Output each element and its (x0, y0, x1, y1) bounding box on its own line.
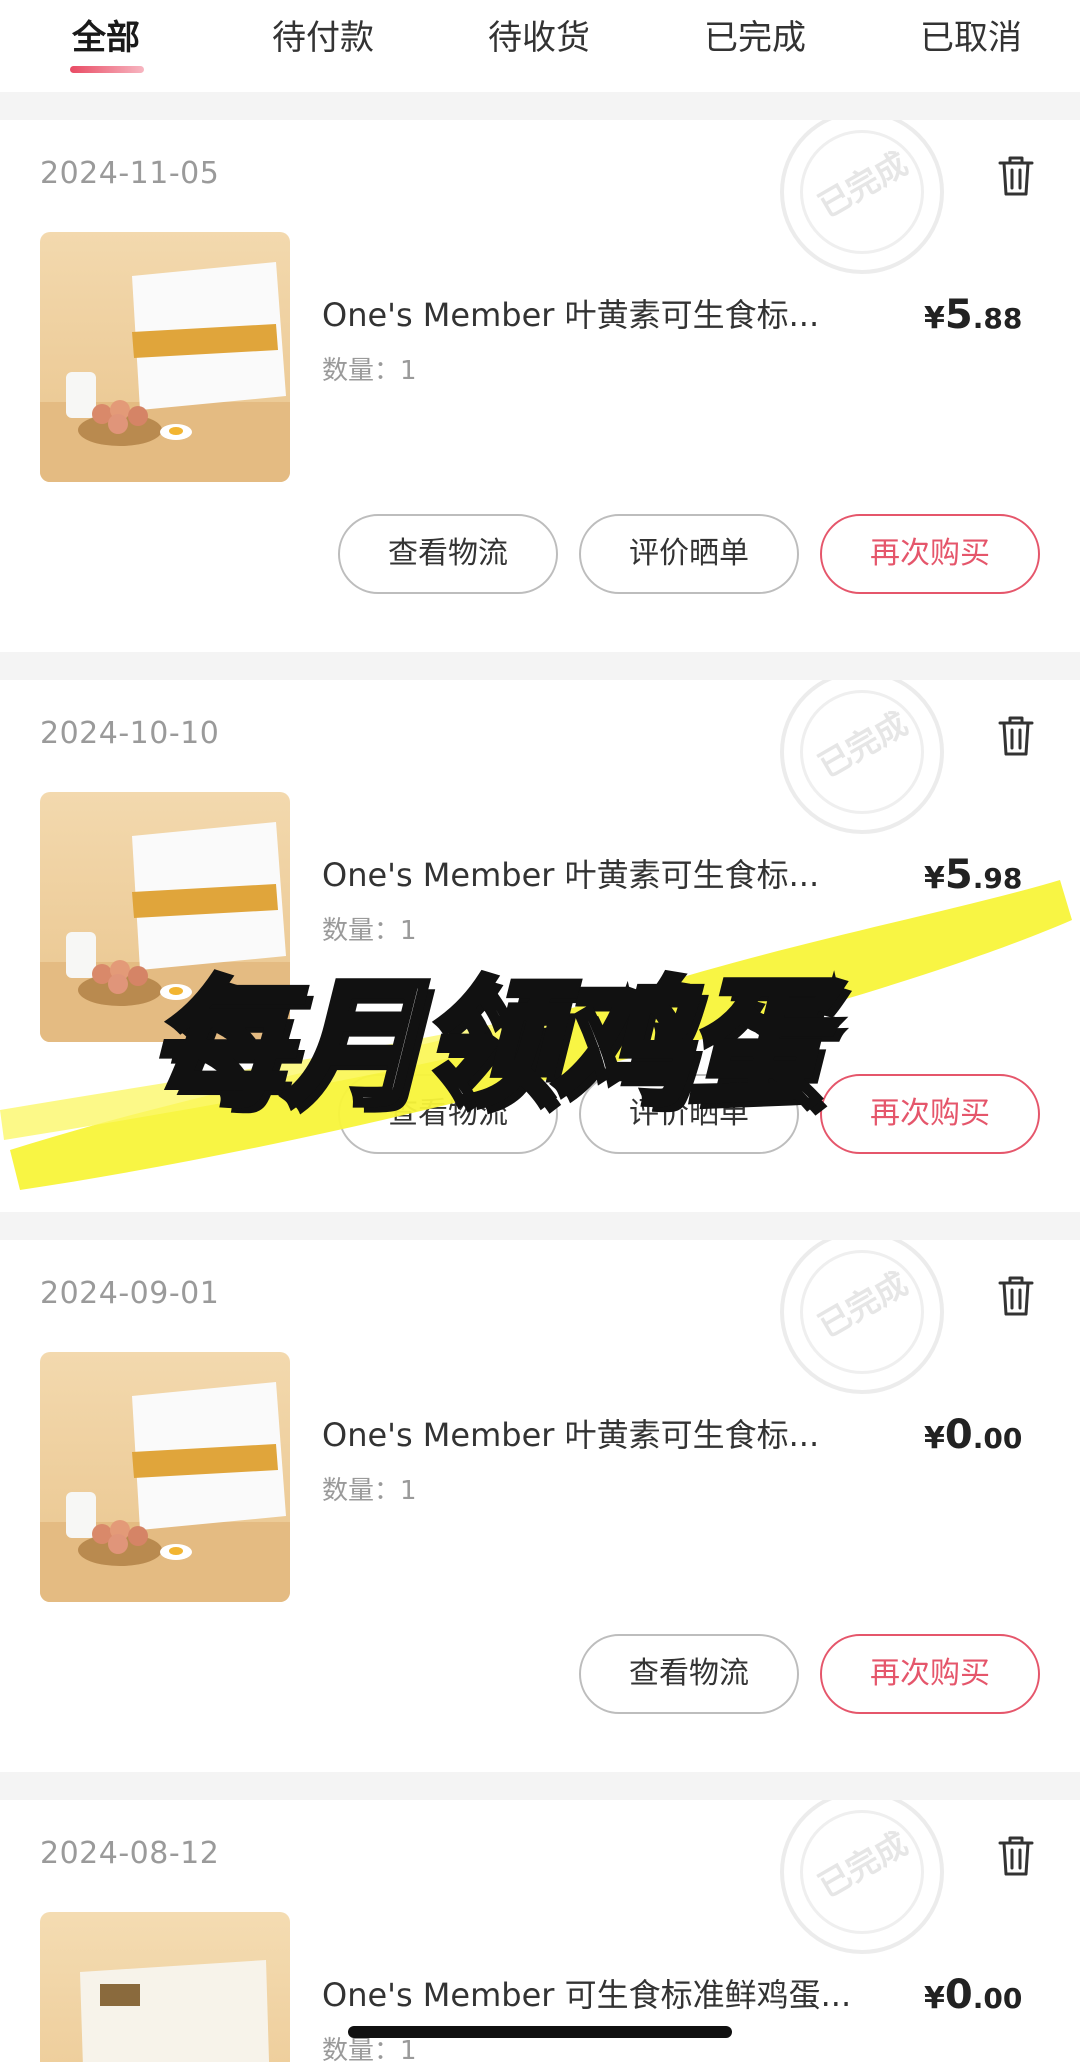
promo-overlay-text: 每月领鸡蛋 (147, 961, 827, 1128)
buy-again-button[interactable]: 再次购买 (820, 1634, 1040, 1714)
product-image[interactable] (40, 1912, 290, 2062)
completed-stamp: 已完成 (780, 1800, 944, 1954)
view-logistics-button[interactable]: 查看物流 (338, 514, 558, 594)
product-price: ¥0.00 (924, 1972, 1023, 2018)
product-title[interactable]: One's Member 叶黄素可生食标... (322, 290, 819, 336)
tab-pending-payment[interactable]: 待付款 (272, 10, 374, 59)
order-date: 2024-11-05 (40, 156, 220, 191)
tab-all[interactable]: 全部 (72, 10, 140, 59)
order-card: 已完成 2024-11-05 One's Member 叶黄素可生食标... 数… (0, 120, 1080, 652)
buy-again-button[interactable]: 再次购买 (820, 514, 1040, 594)
product-quantity: 数量：1 (322, 1476, 417, 1506)
product-image[interactable] (40, 1352, 290, 1602)
order-card: 已完成 2024-09-01 One's Member 叶黄素可生食标... 数… (0, 1240, 1080, 1772)
trash-icon[interactable] (996, 714, 1036, 758)
tab-cancelled[interactable]: 已取消 (920, 10, 1022, 59)
product-title[interactable]: One's Member 叶黄素可生食标... (322, 1410, 819, 1456)
order-date: 2024-08-12 (40, 1836, 220, 1871)
active-tab-indicator (70, 66, 144, 73)
product-title[interactable]: One's Member 可生食标准鲜鸡蛋... (322, 1970, 851, 2016)
product-quantity: 数量：1 (322, 356, 417, 386)
home-indicator (348, 2026, 732, 2038)
order-status-tabs: 全部 待付款 待收货 已完成 已取消 (0, 0, 1080, 92)
tab-completed[interactable]: 已完成 (704, 10, 806, 59)
completed-stamp: 已完成 (780, 680, 944, 834)
trash-icon[interactable] (996, 1274, 1036, 1318)
product-image[interactable] (40, 232, 290, 482)
trash-icon[interactable] (996, 1834, 1036, 1878)
order-card: 已完成 2024-08-12 One's Member 可生食标准鲜鸡蛋... … (0, 1800, 1080, 2062)
view-logistics-button[interactable]: 查看物流 (579, 1634, 799, 1714)
product-price: ¥5.88 (924, 292, 1023, 338)
completed-stamp: 已完成 (780, 120, 944, 274)
order-date: 2024-10-10 (40, 716, 220, 751)
tab-pending-receipt[interactable]: 待收货 (488, 10, 590, 59)
product-price: ¥0.00 (924, 1412, 1023, 1458)
completed-stamp: 已完成 (780, 1240, 944, 1394)
review-button[interactable]: 评价晒单 (579, 514, 799, 594)
order-date: 2024-09-01 (40, 1276, 220, 1311)
trash-icon[interactable] (996, 154, 1036, 198)
